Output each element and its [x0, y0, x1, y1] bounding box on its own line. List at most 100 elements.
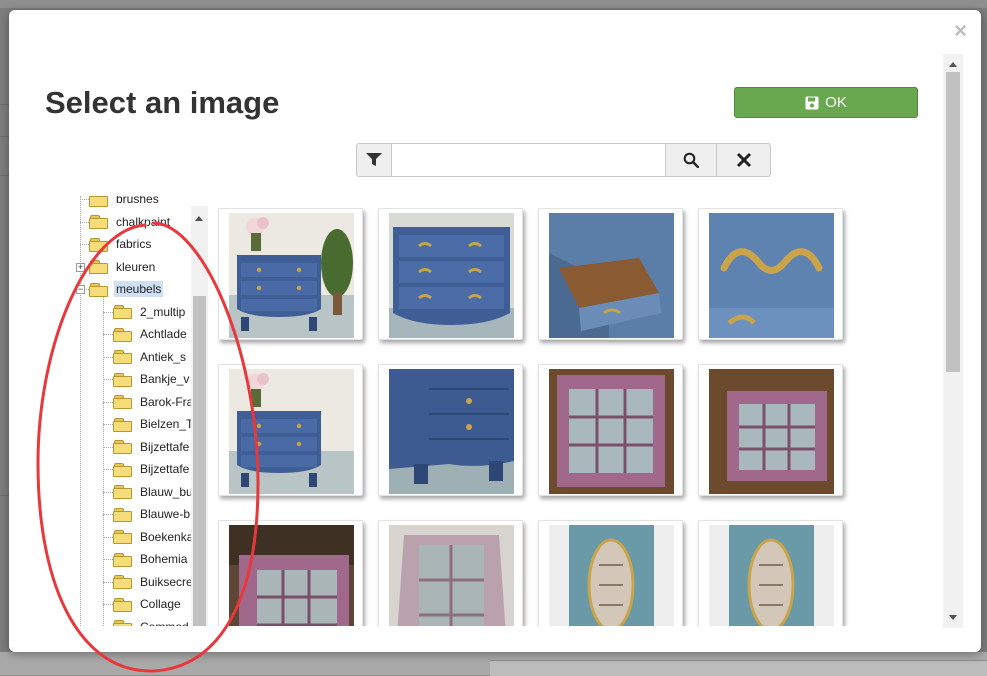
tree-item[interactable]: Buiksecre — [113, 573, 191, 591]
clear-button[interactable] — [717, 143, 771, 177]
thumbnail-image — [389, 213, 514, 338]
tree-guide-line — [80, 244, 89, 245]
tree-guide-line — [103, 469, 113, 470]
tree-item-label: Blauw_bu — [140, 484, 191, 499]
backdrop-divider — [0, 104, 9, 105]
thumbnail-image — [549, 525, 674, 626]
thumbnail-image — [229, 369, 354, 494]
tree-item[interactable]: 2_multip — [113, 303, 187, 321]
search-icon — [683, 152, 699, 168]
tree-item-label: Buiksecre — [140, 574, 191, 589]
tree-guide-line — [103, 356, 113, 358]
filter-icon — [366, 153, 382, 166]
tree-item[interactable]: chalkpaint — [89, 213, 172, 231]
tree-guide-line — [103, 581, 113, 583]
scroll-thumb[interactable] — [946, 72, 960, 372]
tree-guide-line — [103, 514, 113, 515]
image-thumbnail[interactable] — [378, 208, 523, 340]
backdrop-top — [0, 0, 987, 8]
tree-item[interactable]: Bankje_v — [113, 370, 191, 388]
tree-item[interactable]: meubels — [89, 280, 164, 298]
tree-scrollbar[interactable] — [191, 206, 208, 626]
clear-icon — [736, 152, 751, 168]
thumbnail-image — [549, 369, 674, 494]
tree-item[interactable]: Bielzen_T — [113, 415, 191, 433]
scroll-up-icon[interactable] — [195, 216, 203, 221]
filter-button[interactable] — [356, 143, 392, 177]
tree-item-label: meubels — [114, 281, 164, 297]
tree-guide-line — [103, 604, 113, 605]
backdrop-divider — [0, 175, 9, 176]
folder-icon — [113, 440, 132, 454]
image-thumbnail[interactable] — [378, 520, 523, 626]
collapse-icon[interactable]: − — [76, 285, 85, 294]
ok-label: OK — [825, 94, 847, 111]
image-thumbnail[interactable] — [538, 364, 683, 496]
tree-item[interactable]: Antiek_s — [113, 348, 188, 366]
tree-item-label: Blauwe-b — [140, 507, 191, 521]
thumbnail-image — [389, 369, 514, 494]
folder-tree: brushes chalkpaint fabrics + kleuren − meubels… — [67, 196, 191, 626]
image-thumbnail[interactable] — [698, 520, 843, 626]
tree-guide-line — [80, 196, 81, 626]
image-grid — [218, 208, 918, 626]
tree-item[interactable]: Commod — [113, 618, 191, 626]
image-thumbnail[interactable] — [218, 520, 363, 626]
folder-icon — [113, 575, 132, 589]
folder-icon — [89, 215, 108, 229]
tree-item[interactable]: Collage — [113, 595, 183, 613]
folder-icon — [113, 620, 132, 626]
thumbnail-image — [709, 213, 834, 338]
tree-item[interactable]: Bijzettafe — [113, 460, 191, 478]
tree-item[interactable]: fabrics — [89, 235, 153, 253]
folder-icon — [113, 305, 132, 319]
tree-guide-line — [103, 379, 113, 380]
tree-guide-line — [103, 424, 113, 425]
tree-item-label: Antiek_s — [140, 349, 187, 364]
folder-icon — [113, 395, 132, 409]
folder-icon — [113, 372, 132, 387]
tree-guide-line — [103, 334, 113, 335]
search-button[interactable] — [666, 143, 717, 177]
tree-item[interactable]: kleuren — [89, 258, 157, 276]
tree-item-label: kleuren — [116, 259, 156, 274]
image-thumbnail[interactable] — [218, 364, 363, 496]
close-icon[interactable]: × — [954, 20, 967, 42]
tree-item[interactable]: brushes — [89, 196, 161, 208]
tree-guide-line — [103, 491, 113, 493]
tree-item-label: Bohemia — [140, 552, 188, 566]
image-thumbnail[interactable] — [538, 208, 683, 340]
scroll-up-icon[interactable] — [949, 62, 957, 67]
folder-icon — [89, 260, 108, 274]
image-thumbnail[interactable] — [698, 364, 843, 496]
tree-item-label: Bankje_v — [140, 372, 190, 386]
tree-guide-line — [103, 536, 113, 538]
search-input[interactable] — [392, 143, 666, 177]
tree-item[interactable]: Bijzettafe — [113, 438, 191, 456]
tree-guide-line — [80, 221, 89, 223]
image-thumbnail[interactable] — [538, 520, 683, 626]
thumbnail-image — [709, 369, 834, 494]
ok-button[interactable]: OK — [734, 87, 918, 118]
expand-icon[interactable]: + — [76, 262, 85, 272]
dialog-scrollbar[interactable] — [943, 54, 963, 628]
folder-icon — [113, 417, 132, 432]
tree-item[interactable]: Bohemia — [113, 550, 189, 568]
folder-icon — [113, 507, 132, 522]
scroll-down-icon[interactable] — [949, 615, 957, 620]
image-thumbnail[interactable] — [698, 208, 843, 340]
tree-item-label: Boekenka — [140, 529, 191, 544]
tree-item[interactable]: Blauw_bu — [113, 483, 191, 501]
tree-item-label: 2_multip — [140, 304, 186, 319]
tree-item[interactable]: Boekenka — [113, 528, 191, 546]
tree-item[interactable]: Barok-Fra — [113, 393, 191, 411]
image-thumbnail[interactable] — [218, 208, 363, 340]
tree-item[interactable]: Blauwe-b — [113, 505, 191, 523]
scroll-thumb[interactable] — [193, 296, 206, 626]
thumbnail-image — [389, 525, 514, 626]
image-thumbnail[interactable] — [378, 364, 523, 496]
folder-icon — [89, 237, 108, 252]
tree-guide-line — [103, 311, 113, 313]
tree-item[interactable]: Achtlade — [113, 325, 189, 343]
search-bar — [356, 143, 771, 177]
